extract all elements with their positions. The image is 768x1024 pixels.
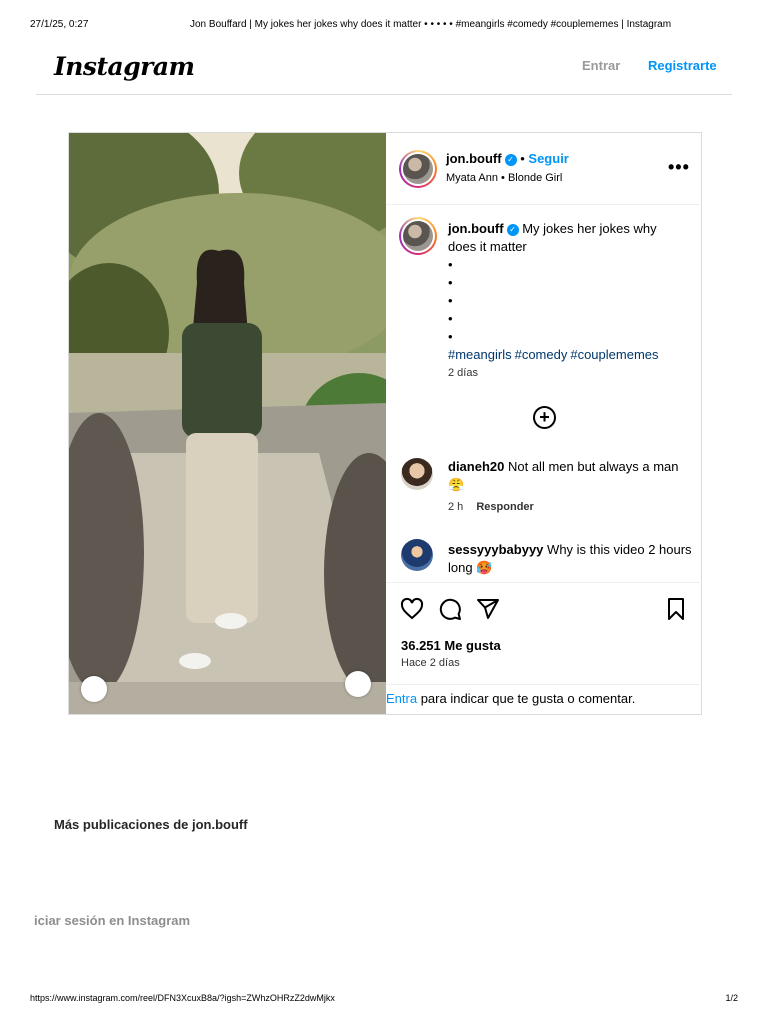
login-prompt-link[interactable]: Entra	[386, 691, 417, 706]
audio-track[interactable]: Myata Ann • Blonde Girl	[446, 172, 562, 184]
commenter-avatar[interactable]	[401, 458, 433, 490]
post-date: Hace 2 días	[401, 657, 460, 669]
verified-badge-icon: ✓	[504, 153, 517, 166]
load-more-comments-icon[interactable]: +	[533, 406, 556, 429]
reel-video[interactable]	[69, 133, 386, 714]
carousel-prev-dot[interactable]	[81, 676, 107, 702]
post-sidebar: jon.bouff ✓ • Seguir Myata Ann • Blonde G…	[386, 133, 702, 714]
more-options-icon[interactable]: •••	[668, 157, 690, 178]
reply-button[interactable]: Responder	[476, 501, 533, 513]
caption-hashtags: #meangirls #comedy #couplememes	[448, 346, 688, 364]
caption-username[interactable]: jon.bouff	[448, 221, 504, 236]
hashtag-link[interactable]: #comedy	[515, 347, 568, 362]
verified-badge-icon: ✓	[506, 223, 519, 236]
print-url: https://www.instagram.com/reel/DFN3XcuxB…	[30, 993, 335, 1003]
post-caption: jon.bouff ✓ My jokes her jokes why does i…	[448, 220, 688, 364]
login-link[interactable]: Entrar	[582, 58, 620, 73]
caption-time: 2 días	[448, 367, 478, 379]
author-line: jon.bouff ✓ • Seguir	[446, 151, 569, 166]
caption-bullet: •	[448, 257, 453, 272]
like-heart-icon[interactable]	[400, 597, 424, 621]
post-actions: 36.251 Me gusta Hace 2 días	[386, 582, 702, 683]
reel-video-frame	[69, 133, 386, 714]
print-date: 27/1/25, 0:27	[30, 19, 89, 30]
comment-bubble-icon[interactable]	[438, 597, 462, 621]
more-posts-heading: Más publicaciones de jon.bouff	[54, 817, 248, 832]
share-send-icon[interactable]	[476, 597, 500, 621]
caption-bullet: •	[448, 275, 453, 290]
likes-count[interactable]: 36.251 Me gusta	[401, 638, 501, 653]
instagram-logo[interactable]: Instagram	[54, 52, 195, 81]
print-title: Jon Bouffard | My jokes her jokes why do…	[190, 19, 672, 30]
caption-bullet: •	[448, 329, 453, 344]
post-header: jon.bouff ✓ • Seguir Myata Ann • Blonde G…	[386, 133, 702, 205]
author-avatar[interactable]	[399, 150, 437, 188]
commenter-avatar[interactable]	[401, 539, 433, 571]
print-page-number: 1/2	[725, 993, 738, 1003]
follow-button[interactable]: Seguir	[528, 151, 568, 166]
caption-bullet: •	[448, 311, 453, 326]
login-instagram-link[interactable]: iciar sesión en Instagram	[34, 913, 190, 928]
comment-item: sessyyybabyyy Why is this video 2 hours …	[448, 541, 693, 577]
caption-bullet: •	[448, 293, 453, 308]
comment-meta: 2 h Responder	[448, 501, 534, 513]
caption-avatar[interactable]	[399, 217, 437, 255]
comment-username[interactable]: sessyyybabyyy	[448, 542, 543, 557]
save-bookmark-icon[interactable]	[664, 597, 688, 621]
login-prompt: Entra para indicar que te gusta o coment…	[386, 684, 702, 714]
login-prompt-text: para indicar que te gusta o comentar.	[417, 691, 636, 706]
post-card: jon.bouff ✓ • Seguir Myata Ann • Blonde G…	[68, 132, 702, 715]
author-username[interactable]: jon.bouff	[446, 151, 502, 166]
hashtag-link[interactable]: #couplememes	[570, 347, 658, 362]
print-header: 27/1/25, 0:27 Jon Bouffard | My jokes he…	[0, 19, 768, 33]
comment-time: 2 h	[448, 501, 464, 513]
comment-username[interactable]: dianeh20	[448, 459, 504, 474]
hashtag-link[interactable]: #meangirls	[448, 347, 512, 362]
signup-link[interactable]: Registrarte	[648, 58, 717, 73]
top-navigation: Instagram Entrar Registrarte	[36, 44, 732, 95]
carousel-next-dot[interactable]	[345, 671, 371, 697]
header-separator: •	[520, 151, 525, 166]
comment-item: dianeh20 Not all men but always a man 😤	[448, 458, 693, 494]
